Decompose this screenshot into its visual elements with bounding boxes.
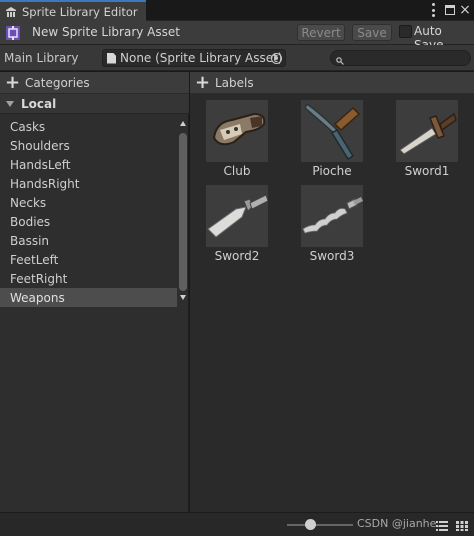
- label-name: Club: [223, 164, 251, 178]
- sprite-library-icon: [5, 6, 17, 18]
- sword1-sprite-thumbnail: [396, 100, 458, 162]
- label-name: Sword3: [309, 249, 355, 263]
- zoom-slider-handle[interactable]: [304, 519, 316, 530]
- save-button[interactable]: Save: [352, 24, 392, 41]
- status-bar: CSDN @jianhe...: [0, 512, 474, 536]
- club-sprite-thumbnail: [206, 100, 268, 162]
- categories-pane: Local Casks Shoulders HandsLeft HandsRig…: [0, 94, 189, 512]
- revert-button[interactable]: Revert: [297, 24, 345, 41]
- auto-save-checkbox[interactable]: [399, 25, 412, 38]
- main-library-label: Main Library: [4, 51, 79, 65]
- search-input[interactable]: [330, 50, 471, 66]
- main-library-field[interactable]: None (Sprite Library Asset): [102, 49, 286, 67]
- local-group-label: Local: [21, 96, 57, 111]
- window-tab-bar: Sprite Library Editor ×: [0, 0, 474, 21]
- labels-title: Labels: [215, 75, 254, 90]
- maximize-icon[interactable]: [445, 5, 455, 15]
- category-item[interactable]: Bodies: [0, 212, 177, 231]
- add-label-icon[interactable]: +: [195, 73, 210, 92]
- asset-file-icon: [107, 52, 116, 64]
- main-library-row: Main Library None (Sprite Library Asset): [0, 45, 474, 71]
- sprite-library-asset-icon: [5, 25, 21, 41]
- category-item[interactable]: FeetRight: [0, 269, 177, 288]
- tab-title: Sprite Library Editor: [22, 4, 138, 19]
- scroll-down-arrow-icon[interactable]: [180, 295, 186, 300]
- main-library-value: None (Sprite Library Asset): [120, 51, 283, 65]
- category-item[interactable]: Necks: [0, 193, 177, 212]
- category-item[interactable]: HandsLeft: [0, 155, 177, 174]
- label-tile-sword3[interactable]: Sword3: [297, 179, 367, 263]
- category-item[interactable]: Bassin: [0, 231, 177, 250]
- label-tile-sword2[interactable]: Sword2: [202, 179, 272, 263]
- asset-title: New Sprite Library Asset: [32, 25, 180, 39]
- object-picker-icon[interactable]: [271, 53, 282, 64]
- list-view-icon[interactable]: [436, 520, 448, 531]
- label-tile-sword1[interactable]: Sword1: [392, 94, 462, 178]
- categories-header: + Categories: [0, 72, 189, 94]
- category-item[interactable]: FeetLeft: [0, 250, 177, 269]
- foldout-triangle-icon: [6, 100, 14, 107]
- labels-header: + Labels: [190, 72, 474, 94]
- label-tile-pioche[interactable]: Pioche: [297, 94, 367, 178]
- category-item[interactable]: Casks: [0, 117, 177, 136]
- category-item[interactable]: Shoulders: [0, 136, 177, 155]
- labels-pane: Club Pioche Sword1 Sword2 Sword3: [190, 94, 474, 512]
- add-category-icon[interactable]: +: [5, 73, 20, 92]
- close-icon[interactable]: ×: [459, 3, 471, 17]
- scrollbar-thumb[interactable]: [179, 133, 187, 291]
- tab-sprite-library-editor[interactable]: Sprite Library Editor: [0, 0, 146, 21]
- more-options-icon[interactable]: [428, 3, 438, 17]
- label-name: Sword1: [404, 164, 450, 178]
- scroll-up-arrow-icon[interactable]: [180, 121, 186, 126]
- zoom-slider[interactable]: [287, 524, 353, 526]
- label-name: Sword2: [214, 249, 260, 263]
- editor-toolbar: New Sprite Library Asset Revert Save Aut…: [0, 21, 474, 52]
- category-scrollbar[interactable]: [177, 119, 189, 305]
- category-list: Casks Shoulders HandsLeft HandsRight Nec…: [0, 117, 177, 307]
- sword3-sprite-thumbnail: [301, 185, 363, 247]
- label-name: Pioche: [312, 164, 352, 178]
- category-item[interactable]: HandsRight: [0, 174, 177, 193]
- pioche-sprite-thumbnail: [301, 100, 363, 162]
- grid-view-icon[interactable]: [456, 520, 468, 531]
- watermark-text: CSDN @jianhe...: [357, 517, 447, 530]
- category-item-selected[interactable]: Weapons: [0, 288, 177, 307]
- label-tile-club[interactable]: Club: [202, 94, 272, 178]
- local-group-foldout[interactable]: Local: [0, 94, 189, 114]
- categories-title: Categories: [25, 75, 90, 90]
- search-icon: [336, 54, 344, 65]
- sword2-sprite-thumbnail: [206, 185, 268, 247]
